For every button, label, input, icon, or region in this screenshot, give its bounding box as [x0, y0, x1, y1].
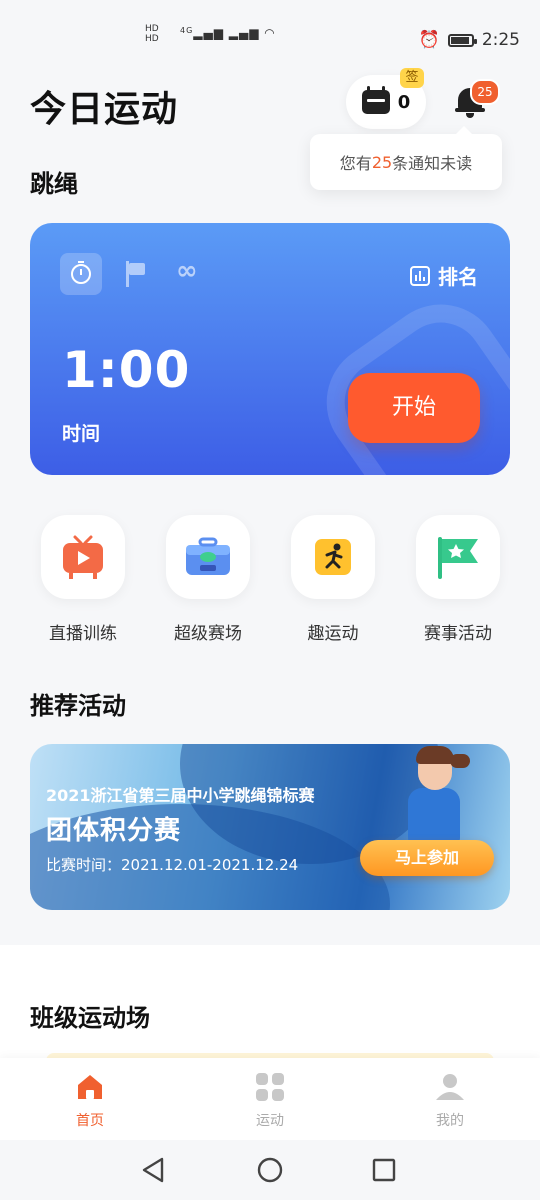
- quick-label: 直播训练: [49, 624, 117, 644]
- clock: 2:25: [481, 30, 520, 50]
- timer-mode-tab[interactable]: [60, 253, 102, 295]
- promo-title: 团体积分赛: [46, 816, 182, 846]
- tooltip-count: 25: [371, 152, 393, 172]
- signin-count: 0: [397, 91, 411, 113]
- quick-label: 趣运动: [307, 624, 359, 644]
- tab-label: 运动: [256, 1113, 284, 1129]
- flag-icon: [416, 515, 500, 599]
- battery-icon: [447, 33, 477, 47]
- quick-entry-super-arena[interactable]: 超级赛场: [166, 515, 250, 644]
- tab-sports[interactable]: 运动: [210, 1068, 330, 1130]
- rope-card: ∞ 排名 1:00 时间 开始: [30, 223, 510, 475]
- home-icon: [75, 1072, 105, 1102]
- flag-mode-tab[interactable]: [124, 261, 148, 287]
- timer-label: 时间: [62, 423, 101, 445]
- athlete-hair: [416, 746, 454, 764]
- stopwatch-icon: [71, 261, 91, 284]
- recommend-section-title: 推荐活动: [30, 692, 126, 720]
- grid-icon: [255, 1072, 285, 1102]
- signin-badge: 签: [400, 68, 424, 88]
- rank-button[interactable]: 排名: [410, 261, 478, 290]
- runner-icon: [291, 515, 375, 599]
- quick-label: 赛事活动: [424, 624, 492, 644]
- alarm-icon: ⏰: [418, 30, 440, 50]
- start-button[interactable]: 开始: [348, 373, 480, 443]
- system-nav-bar: [0, 1140, 540, 1200]
- network-type: 4G: [180, 26, 194, 35]
- infinite-mode-tab[interactable]: ∞: [176, 256, 198, 286]
- quick-entry-live-training[interactable]: 直播训练: [41, 515, 125, 644]
- promo-subtitle: 2021浙江省第三届中小学跳绳锦标赛: [46, 786, 315, 805]
- user-icon: [435, 1072, 465, 1102]
- status-bar: HD HD 4G▂▄▆ ▂▄▆ ◠ ⏰ 2:25: [0, 0, 540, 80]
- timer-value: 1:00: [62, 341, 191, 399]
- back-icon[interactable]: [140, 1156, 168, 1184]
- tab-home[interactable]: 首页: [30, 1068, 150, 1130]
- recents-icon[interactable]: [372, 1158, 396, 1182]
- rope-section-title: 跳绳: [30, 170, 78, 198]
- quick-entry-events[interactable]: 赛事活动: [416, 515, 500, 644]
- tab-mine[interactable]: 我的: [390, 1068, 510, 1130]
- quick-entry-fun-sports[interactable]: 趣运动: [291, 515, 375, 644]
- hd-indicators: HD HD: [145, 24, 159, 44]
- notification-badge: 25: [470, 79, 500, 105]
- tab-label: 我的: [436, 1113, 464, 1129]
- tooltip-prefix: 您有: [339, 154, 372, 173]
- bar-chart-icon: [410, 265, 430, 286]
- quick-label: 超级赛场: [174, 624, 242, 644]
- tooltip-suffix: 条通知未读: [392, 154, 473, 173]
- class-section-title: 班级运动场: [30, 1004, 150, 1032]
- home-circle-icon[interactable]: [256, 1156, 284, 1184]
- status-right: ⏰ 2:25: [419, 30, 520, 50]
- page-title: 今日运动: [30, 89, 179, 130]
- tv-icon: [41, 515, 125, 599]
- athlete-illustration: [408, 788, 460, 846]
- toolbox-icon: [166, 515, 250, 599]
- calendar-icon: [361, 86, 390, 114]
- tab-label: 首页: [76, 1113, 104, 1129]
- promo-banner[interactable]: 2021浙江省第三届中小学跳绳锦标赛 团体积分赛 比赛时间：2021.12.01…: [30, 744, 510, 910]
- join-button[interactable]: 马上参加: [360, 840, 494, 876]
- notification-tooltip[interactable]: 您有 25 条通知未读: [310, 126, 502, 190]
- hd-indicator-2: HD: [145, 34, 159, 44]
- rank-label: 排名: [438, 265, 478, 289]
- hd-indicator-1: HD: [145, 24, 159, 34]
- promo-date: 比赛时间：2021.12.01-2021.12.24: [46, 856, 299, 874]
- tab-bar: 首页 运动 我的: [0, 1058, 540, 1140]
- signal-icon: 4G▂▄▆ ▂▄▆ ◠: [180, 26, 276, 40]
- athlete-braid: [450, 754, 470, 768]
